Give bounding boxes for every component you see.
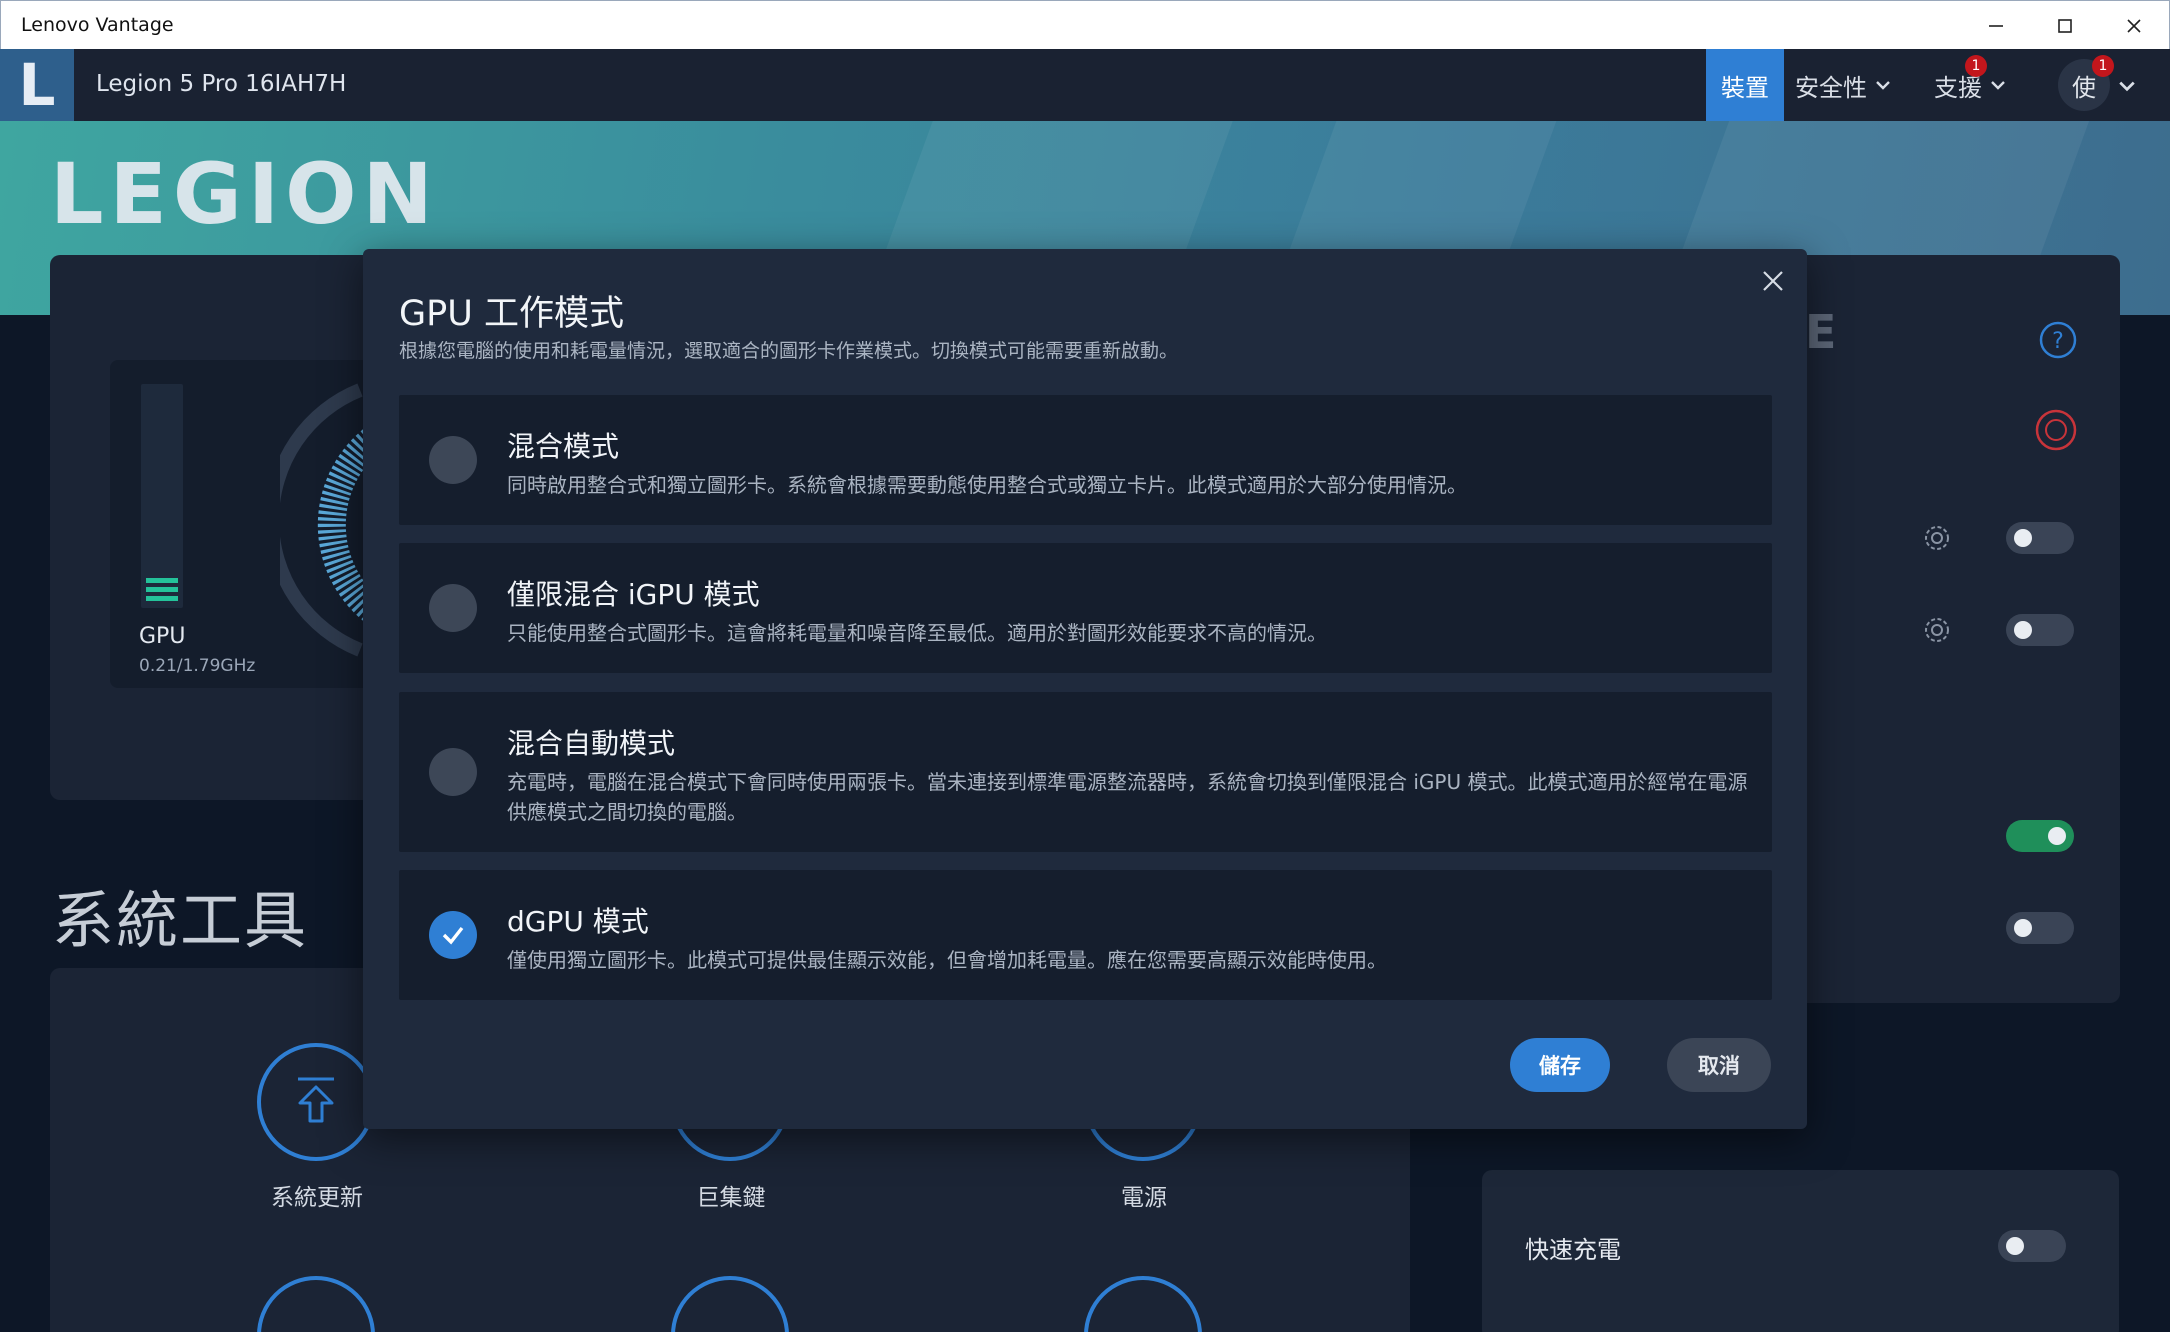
- tool-label: 系統更新: [271, 1185, 363, 1211]
- option-description: 僅使用獨立圖形卡。此模式可提供最佳顯示效能，但會增加耗電量。應在您需要高顯示效能…: [507, 948, 1387, 972]
- save-button[interactable]: 儲存: [1510, 1038, 1610, 1092]
- help-icon[interactable]: ?: [2038, 320, 2078, 360]
- window-titlebar: Lenovo Vantage: [0, 0, 2170, 49]
- nav-device[interactable]: 裝置: [1706, 49, 1784, 121]
- gpu-label: GPU: [139, 624, 186, 649]
- system-update-button[interactable]: [257, 1043, 375, 1161]
- notification-badge: 1: [2092, 55, 2114, 77]
- gear-icon[interactable]: [1921, 522, 1953, 554]
- radio-button[interactable]: [429, 584, 477, 632]
- chevron-down-icon[interactable]: [2118, 77, 2136, 95]
- option-description: 同時啟用整合式和獨立圖形卡。系統會根據需要動態使用整合式或獨立卡片。此模式適用於…: [507, 473, 1467, 497]
- close-window-button[interactable]: [2099, 1, 2168, 50]
- gpu-option-hybrid-auto[interactable]: 混合自動模式 充電時，電腦在混合模式下會同時使用兩張卡。當未連接到標準電源整流器…: [399, 692, 1772, 852]
- checkmark-icon: [442, 926, 464, 945]
- gear-icon[interactable]: [1921, 614, 1953, 646]
- tool-label: 巨集鍵: [696, 1185, 766, 1211]
- user-avatar-label: 使: [2072, 73, 2096, 102]
- gpu-frequency: 0.21/1.79GHz: [139, 656, 256, 676]
- legion-brand-logo: LEGION: [50, 145, 439, 243]
- section-title-system-tools: 系統工具: [52, 884, 309, 957]
- gpu-usage-bars: [146, 578, 178, 605]
- svg-text:?: ?: [2052, 329, 2064, 354]
- close-icon: [2126, 18, 2141, 33]
- radio-button[interactable]: [429, 748, 477, 796]
- upload-icon: [298, 1077, 334, 1123]
- option-description: 只能使用整合式圖形卡。這會將耗電量和噪音降至最低。適用於對圖形效能要求不高的情況…: [507, 621, 1327, 645]
- feature-toggle[interactable]: [2006, 614, 2074, 646]
- window-title: Lenovo Vantage: [21, 14, 174, 36]
- feature-toggle[interactable]: [2006, 522, 2074, 554]
- chevron-down-icon: [1991, 81, 2005, 90]
- settings-heading-fragment: E: [1805, 305, 1837, 359]
- radio-button-checked[interactable]: [429, 911, 477, 959]
- dialog-description: 根據您電腦的使用和耗電量情況，選取適合的圖形卡作業模式。切換模式可能需要重新啟動…: [399, 340, 1179, 362]
- chevron-down-icon: [1876, 81, 1890, 90]
- option-description: 充電時，電腦在混合模式下會同時使用兩張卡。當未連接到標準電源整流器時，系統會切換…: [507, 770, 1748, 824]
- notification-badge: 1: [1965, 55, 1987, 77]
- nav-security-label: 安全性: [1795, 73, 1867, 102]
- minimize-button[interactable]: [1961, 1, 2030, 50]
- gpu-mode-dialog: GPU 工作模式 根據您電腦的使用和耗電量情況，選取適合的圖形卡作業模式。切換模…: [363, 249, 1807, 1129]
- nav-security[interactable]: 安全性: [1784, 49, 1902, 121]
- gpu-option-igpu-only[interactable]: 僅限混合 iGPU 模式 只能使用整合式圖形卡。這會將耗電量和噪音降至最低。適用…: [399, 543, 1772, 673]
- cancel-button[interactable]: 取消: [1667, 1038, 1771, 1092]
- feature-toggle[interactable]: [2006, 912, 2074, 944]
- option-name: dGPU 模式: [507, 905, 649, 938]
- gpu-usage-meter: [141, 384, 183, 608]
- app-header: L Legion 5 Pro 16IAH7H 裝置 安全性 支援 1 使 1: [0, 49, 2170, 121]
- close-icon: [1763, 271, 1783, 291]
- device-name: Legion 5 Pro 16IAH7H: [96, 71, 347, 97]
- performance-mode-icon[interactable]: [2034, 408, 2078, 452]
- nav-device-label: 裝置: [1721, 73, 1769, 102]
- quick-setting-label: 快速充電: [1525, 1236, 1621, 1264]
- radio-button[interactable]: [429, 436, 477, 484]
- gpu-option-hybrid[interactable]: 混合模式 同時啟用整合式和獨立圖形卡。系統會根據需要動態使用整合式或獨立卡片。此…: [399, 395, 1772, 525]
- dialog-title: GPU 工作模式: [399, 294, 624, 334]
- rapid-charge-toggle[interactable]: [1998, 1230, 2066, 1262]
- logo-letter: L: [18, 51, 56, 119]
- tool-label: 電源: [1121, 1185, 1167, 1211]
- feature-toggle[interactable]: [2006, 820, 2074, 852]
- maximize-button[interactable]: [2030, 1, 2099, 50]
- option-name: 混合自動模式: [507, 727, 676, 760]
- maximize-icon: [2057, 18, 2072, 33]
- option-name: 混合模式: [507, 430, 620, 463]
- option-name: 僅限混合 iGPU 模式: [507, 578, 760, 611]
- dialog-close-button[interactable]: [1759, 267, 1787, 295]
- minimize-icon: [1988, 24, 2003, 27]
- app-logo[interactable]: L: [0, 49, 74, 121]
- gpu-option-dgpu[interactable]: dGPU 模式 僅使用獨立圖形卡。此模式可提供最佳顯示效能，但會增加耗電量。應在…: [399, 870, 1772, 1000]
